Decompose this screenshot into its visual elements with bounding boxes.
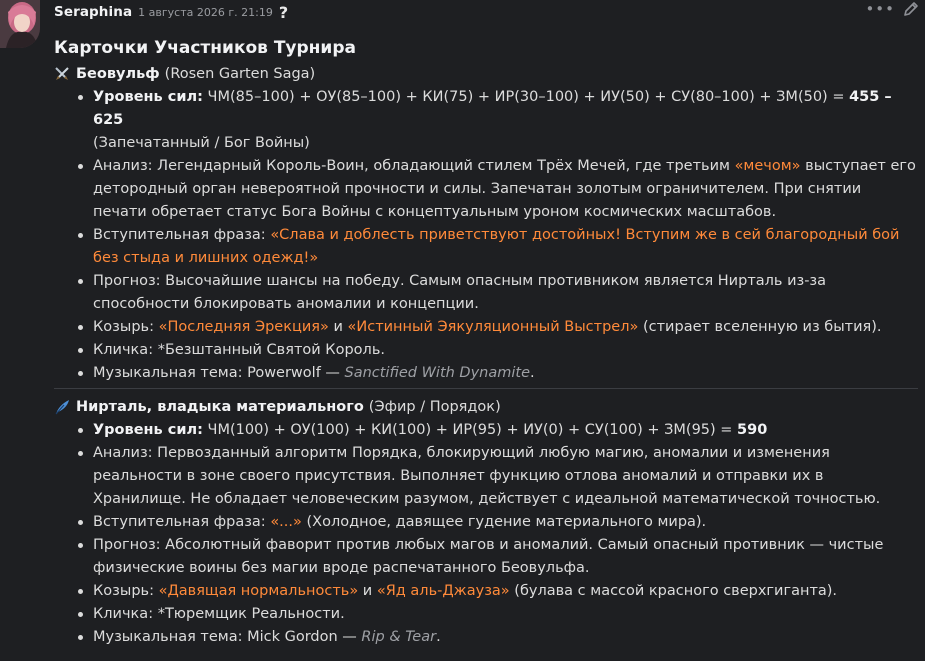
edit-pencil-icon[interactable]	[903, 1, 919, 17]
timestamp: 1 августа 2026 г. 21:19	[138, 6, 273, 19]
power-note: (Запечатанный / Бог Войны)	[93, 135, 310, 151]
intro-rest: (Холодное, давящее гудение материального…	[301, 514, 707, 530]
list-item-nickname: Кличка: *Безштанный Святой Король.	[78, 339, 918, 362]
chat-message: Seraphina 1 августа 2026 г. 21:19 ? ••• …	[0, 0, 925, 661]
list-item-music: Музыкальная тема: Mick Gordon — Rip & Te…	[78, 626, 918, 649]
power-formula: ЧМ(85–100) + ОУ(85–100) + КИ(75) + ИР(30…	[202, 89, 850, 105]
list-item-forecast: Прогноз: Высочайшие шансы на победу. Сам…	[78, 270, 918, 316]
intro-label: Вступительная фраза:	[93, 227, 271, 243]
music-track: Rip & Tear	[361, 629, 437, 645]
intro-label: Вступительная фраза:	[93, 514, 271, 530]
avatar[interactable]	[0, 0, 40, 48]
music-label: Музыкальная тема: Mick Gordon —	[93, 629, 362, 645]
trump-move-1: «Последняя Эрекция»	[158, 319, 329, 335]
intro-quote: «...»	[270, 514, 302, 530]
power-total: 590	[737, 422, 768, 438]
list-item-forecast: Прогноз: Абсолютный фаворит против любых…	[78, 534, 918, 580]
trump-rest: (стирает вселенную из бытия).	[638, 319, 882, 335]
message-header: Seraphina 1 августа 2026 г. 21:19 ?	[54, 2, 288, 22]
more-options-icon[interactable]: •••	[865, 2, 895, 17]
power-label: Уровень сил:	[93, 422, 203, 438]
trump-move-2: «Истинный Эякуляционный Выстрел»	[347, 319, 639, 335]
character-origin: (Эфир / Порядок)	[368, 399, 501, 415]
username[interactable]: Seraphina	[54, 4, 132, 20]
section-divider	[54, 388, 918, 389]
trump-move-2: «Яд аль-Джауза»	[376, 583, 510, 599]
music-track: Sanctified With Dynamite	[344, 365, 531, 381]
message-title: Карточки Участников Турнира	[54, 38, 356, 58]
power-label: Уровень сил:	[93, 89, 203, 105]
character-fields: Уровень сил: ЧМ(100) + ОУ(100) + КИ(100)…	[54, 419, 918, 649]
character-name: Беовульф	[76, 66, 160, 82]
message-actions: •••	[865, 1, 919, 17]
trump-and: и	[358, 583, 377, 599]
trump-label: Козырь:	[93, 583, 159, 599]
feather-quill-icon	[55, 400, 69, 415]
music-label: Музыкальная тема: Powerwolf —	[93, 365, 345, 381]
character-fields: Уровень сил: ЧМ(85–100) + ОУ(85–100) + К…	[54, 86, 918, 385]
character-heading: Нирталь, владыка материального (Эфир / П…	[54, 395, 918, 419]
message-content: Карточки Участников Турнира Беовульф (Ro…	[54, 34, 918, 649]
trump-label: Козырь:	[93, 319, 159, 335]
avatar-image	[0, 0, 40, 48]
list-item-analysis: Анализ: Легендарный Король-Воин, обладаю…	[78, 155, 918, 224]
music-end: .	[530, 365, 535, 381]
trump-rest: (булава с массой красного сверхгиганта).	[509, 583, 838, 599]
help-icon[interactable]: ?	[279, 3, 288, 22]
list-item-trump: Козырь: «Давящая нормальность» и «Яд аль…	[78, 580, 918, 603]
character-name: Нирталь, владыка материального	[76, 399, 364, 415]
list-item-power: Уровень сил: ЧМ(100) + ОУ(100) + КИ(100)…	[78, 419, 918, 442]
list-item-analysis: Анализ: Первозданный алгоритм Порядка, б…	[78, 442, 918, 511]
trump-and: и	[328, 319, 348, 335]
music-end: .	[436, 629, 441, 645]
crossed-swords-icon	[55, 67, 69, 80]
character-origin: (Rosen Garten Saga)	[164, 66, 316, 82]
analysis-highlight: «мечом»	[734, 158, 801, 174]
trump-move-1: «Давящая нормальность»	[158, 583, 359, 599]
list-item-intro: Вступительная фраза: «...» (Холодное, да…	[78, 511, 918, 534]
analysis-text-a: Анализ: Первозданный алгоритм Порядка, б…	[93, 445, 881, 507]
power-formula: ЧМ(100) + ОУ(100) + КИ(100) + ИР(95) + И…	[202, 422, 738, 438]
list-item-music: Музыкальная тема: Powerwolf — Sanctified…	[78, 362, 918, 385]
list-item-intro: Вступительная фраза: «Слава и доблесть п…	[78, 224, 918, 270]
list-item-trump: Козырь: «Последняя Эрекция» и «Истинный …	[78, 316, 918, 339]
character-heading: Беовульф (Rosen Garten Saga)	[54, 62, 918, 86]
analysis-text-a: Анализ: Легендарный Король-Воин, обладаю…	[93, 158, 735, 174]
list-item-nickname: Кличка: *Тюремщик Реальности.	[78, 603, 918, 626]
list-item-power: Уровень сил: ЧМ(85–100) + ОУ(85–100) + К…	[78, 86, 918, 155]
